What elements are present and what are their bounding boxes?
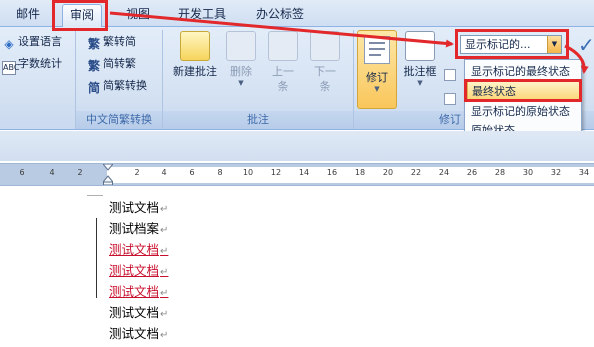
tab-office-labels[interactable]: 办公标签 [248, 4, 312, 27]
document-line-tracked-change[interactable]: 测试文档↵ [109, 260, 168, 281]
paragraph-mark-icon: ↵ [160, 246, 169, 257]
ruler-tick-label: 34 [578, 168, 590, 177]
annotation-box-display-combo [455, 29, 569, 59]
paragraph-mark-icon: ↵ [160, 309, 169, 320]
ruler-tick-label: 6 [19, 168, 25, 177]
previous-comment-button[interactable]: 上一 条 [264, 31, 302, 94]
tab-mail[interactable]: 邮件 [8, 4, 48, 27]
ruler-tick-label: 2 [77, 168, 83, 177]
word-count-button[interactable]: ABC字数统计 [2, 55, 62, 75]
ruler-tick-label: 16 [326, 168, 338, 177]
new-comment-icon [180, 31, 210, 61]
paragraph-mark-icon: ↵ [160, 204, 169, 215]
document-line-tracked-change[interactable]: 测试文档↵ [109, 281, 168, 302]
previous-comment-icon [268, 31, 298, 61]
convert-icon: 简 [87, 81, 100, 95]
track-changes-button[interactable]: 修订 ▼ [357, 30, 397, 109]
ruler-tick-label: 32 [550, 168, 562, 177]
ruler-tick-label: 30 [522, 168, 534, 177]
annotation-box-final-item [464, 79, 582, 102]
simp-trad-convert-button[interactable]: 简简繁转换 [87, 77, 147, 95]
next-comment-button[interactable]: 下一 条 [306, 31, 344, 94]
simp-to-trad-icon: 繁 [87, 59, 100, 73]
new-comment-button[interactable]: 新建批注 [168, 31, 222, 79]
ruler-tick-label: 8 [217, 168, 223, 177]
trad-to-simp-button[interactable]: 繁繁转简 [87, 33, 136, 51]
ruler-tick-label: 6 [189, 168, 195, 177]
ruler-tick-label: 4 [161, 168, 167, 177]
simp-to-trad-button[interactable]: 繁简转繁 [87, 55, 136, 73]
chevron-down-icon: ▼ [238, 79, 244, 87]
ruler-tick-label: 4 [49, 168, 55, 177]
ruler-tick-label: 14 [298, 168, 310, 177]
balloons-button[interactable]: 批注框 ▼ [400, 31, 440, 87]
tab-developer[interactable]: 开发工具 [170, 4, 234, 27]
delete-comment-button[interactable]: 删除 ▼ [222, 31, 260, 87]
ruler-tick-label: 10 [242, 168, 254, 177]
indent-marker-icon[interactable] [103, 164, 113, 185]
ruler-tick-label: 2 [134, 168, 140, 177]
ruler-tick-label: 20 [382, 168, 394, 177]
paragraph-mark-icon: ↵ [160, 267, 169, 278]
paragraph-mark-icon: ↵ [160, 330, 169, 341]
group-label-chinese: 中文简繁转换 [76, 111, 162, 129]
ruler-tick-label: 12 [270, 168, 282, 177]
margin-corner-mark [87, 195, 103, 196]
menu-item-original-showing-markup[interactable]: 显示标记的原始状态 [467, 102, 580, 121]
paragraph-mark-icon: ↵ [160, 288, 169, 299]
annotation-box-review-tab [52, 0, 108, 31]
ribbon-collapsed-strip [0, 131, 594, 161]
chevron-down-icon: ▼ [374, 85, 380, 93]
document-line[interactable]: 测试文档↵ [109, 302, 168, 323]
ruler-tick-label: 22 [410, 168, 422, 177]
group-label-comments: 批注 [163, 111, 353, 129]
ruler-tick-label: 18 [354, 168, 366, 177]
set-language-button[interactable]: ◈ 设置语言 [2, 33, 62, 51]
word-count-icon: ABC [2, 61, 19, 75]
delete-comment-icon [226, 31, 256, 61]
next-comment-icon [310, 31, 340, 61]
reviewing-pane-icon[interactable] [444, 93, 456, 105]
paragraph-mark-icon: ↵ [160, 225, 169, 236]
ruler-tick-label: 24 [438, 168, 450, 177]
document-line-tracked-change[interactable]: 测试文档↵ [109, 239, 168, 260]
document-line[interactable]: 测试档案↵ [109, 218, 168, 239]
balloons-icon [405, 31, 435, 61]
horizontal-ruler[interactable]: 6 4 2 2 4 6 8 10 12 14 16 18 20 22 24 26… [0, 163, 594, 186]
document-line[interactable]: 测试文档↵ [109, 197, 168, 218]
markup-options-icon[interactable] [444, 69, 456, 81]
language-icon: ◈ [4, 37, 14, 51]
trad-to-simp-icon: 繁 [87, 37, 100, 51]
tab-view[interactable]: 视图 [118, 4, 158, 27]
ruler-tick-label: 26 [466, 168, 478, 177]
track-changes-icon [364, 36, 390, 64]
document-line[interactable]: 测试文档↵ [109, 323, 168, 344]
chevron-down-icon: ▼ [417, 79, 423, 87]
document-page[interactable]: 测试文档↵ 测试档案↵ 测试文档↵ 测试文档↵ 测试文档↵ 测试文档↵ 测试文档… [0, 187, 594, 347]
change-bar [96, 218, 97, 298]
ruler-tick-label: 28 [494, 168, 506, 177]
